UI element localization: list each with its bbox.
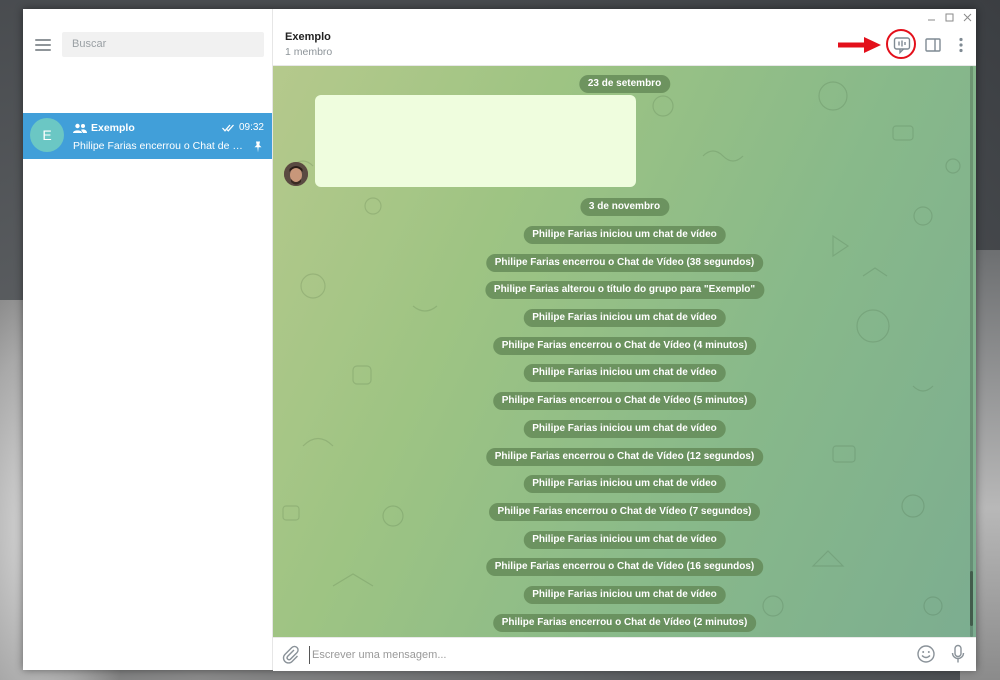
emoji-icon[interactable] [916, 644, 936, 664]
video-chat-icon[interactable] [892, 35, 912, 55]
chat-scrollbar[interactable] [969, 66, 973, 637]
group-icon [73, 123, 87, 133]
window-controls [922, 9, 976, 25]
chat-header-subtitle: 1 membro [285, 46, 333, 58]
service-message: Philipe Farias iniciou um chat de vídeo [523, 586, 726, 604]
service-message: Philipe Farias encerrou o Chat de Vídeo … [492, 614, 757, 632]
pin-icon [254, 141, 262, 153]
user-avatar[interactable] [284, 162, 308, 186]
message-bubble[interactable] [315, 95, 636, 187]
sidebar: Buscar E Exemplo 09:32 Philipe Farias en… [23, 9, 273, 670]
chat-avatar: E [30, 118, 64, 152]
service-message: Philipe Farias iniciou um chat de vídeo [523, 420, 726, 438]
microphone-icon[interactable] [950, 644, 966, 664]
service-message: Philipe Farias encerrou o Chat de Vídeo … [485, 448, 764, 466]
message-input[interactable]: Escrever uma mensagem... [309, 646, 902, 664]
search-input[interactable]: Buscar [62, 32, 264, 57]
chat-preview: Philipe Farias encerrou o Chat de Vídeo … [73, 140, 245, 152]
service-message: Philipe Farias encerrou o Chat de Vídeo … [492, 392, 757, 410]
close-icon[interactable] [958, 9, 976, 25]
scroll-thumb[interactable] [970, 571, 973, 626]
chat-time: 09:32 [238, 122, 264, 133]
date-separator: 23 de setembro [578, 75, 671, 93]
red-arrow-annotation [838, 37, 881, 53]
sidebar-toggle-icon[interactable] [923, 35, 943, 55]
chat-title: Exemplo [91, 122, 135, 134]
chat-header: Exemplo 1 membro [273, 24, 976, 66]
double-check-icon [221, 124, 234, 132]
hamburger-menu-icon[interactable] [33, 36, 53, 54]
chat-main: Exemplo 1 membro 23 de setembro 3 de nov… [273, 9, 976, 671]
more-options-icon[interactable] [951, 35, 971, 55]
service-message: Philipe Farias iniciou um chat de vídeo [523, 531, 726, 549]
service-message: Philipe Farias iniciou um chat de vídeo [523, 475, 726, 493]
service-message: Philipe Farias iniciou um chat de vídeo [523, 364, 726, 382]
telegram-window: Buscar E Exemplo 09:32 Philipe Farias en… [23, 9, 976, 671]
service-message: Philipe Farias iniciou um chat de vídeo [523, 309, 726, 327]
service-message: Philipe Farias iniciou um chat de vídeo [523, 226, 726, 244]
attach-icon[interactable] [282, 645, 300, 665]
service-message: Philipe Farias alterou o título do grupo… [484, 281, 765, 299]
minimize-icon[interactable] [922, 9, 940, 25]
service-message: Philipe Farias encerrou o Chat de Vídeo … [488, 503, 761, 521]
service-message: Philipe Farias encerrou o Chat de Vídeo … [492, 337, 757, 355]
chat-list-item[interactable]: E Exemplo 09:32 Philipe Farias encerrou … [23, 113, 272, 159]
service-message: Philipe Farias encerrou o Chat de Vídeo … [485, 254, 764, 272]
date-separator: 3 de novembro [579, 198, 670, 216]
message-composer: Escrever uma mensagem... [273, 637, 976, 671]
chat-header-title[interactable]: Exemplo [285, 31, 331, 43]
service-message: Philipe Farias encerrou o Chat de Vídeo … [485, 558, 764, 576]
message-list[interactable]: 23 de setembro 3 de novembro Philipe Far… [273, 66, 976, 637]
maximize-icon[interactable] [940, 9, 958, 25]
